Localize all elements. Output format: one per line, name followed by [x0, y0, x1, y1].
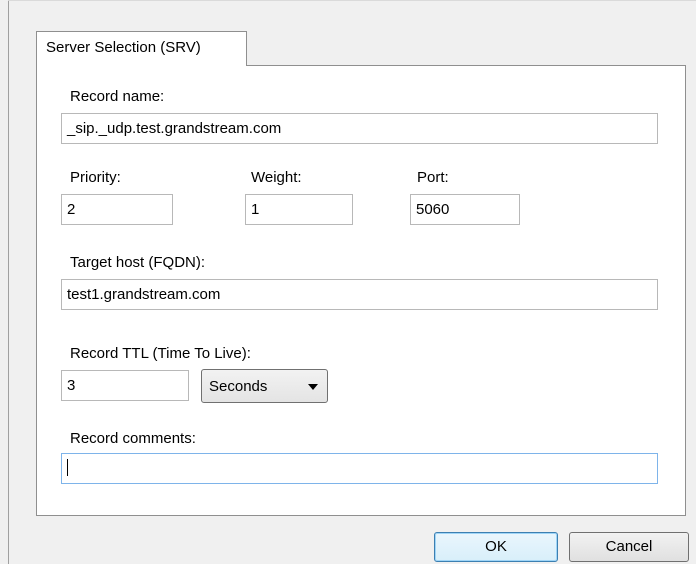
ttl-label: Record TTL (Time To Live): — [70, 345, 251, 362]
ok-button[interactable]: OK — [434, 532, 558, 562]
ttl-input[interactable]: 3 — [61, 370, 189, 401]
target-host-value: test1.grandstream.com — [67, 286, 221, 303]
record-name-input[interactable]: _sip._udp.test.grandstream.com — [61, 113, 658, 144]
chevron-down-icon — [308, 384, 318, 390]
text-caret — [67, 459, 68, 476]
ttl-value: 3 — [67, 377, 76, 394]
target-host-label: Target host (FQDN): — [70, 254, 206, 271]
weight-label: Weight: — [251, 169, 302, 186]
port-input[interactable]: 5060 — [410, 194, 520, 225]
window-border — [8, 0, 9, 564]
weight-input[interactable]: 1 — [245, 194, 353, 225]
target-host-input[interactable]: test1.grandstream.com — [61, 279, 658, 310]
weight-value: 1 — [251, 201, 260, 218]
srv-record-dialog: Server Selection (SRV) Record name: _sip… — [0, 0, 696, 564]
record-name-value: _sip._udp.test.grandstream.com — [67, 120, 282, 137]
tab-server-selection[interactable]: Server Selection (SRV) — [36, 31, 247, 66]
tab-label: Server Selection (SRV) — [46, 39, 201, 56]
comments-input[interactable] — [61, 453, 658, 484]
ttl-unit-selected: Seconds — [209, 378, 268, 395]
cancel-button[interactable]: Cancel — [569, 532, 689, 562]
ttl-unit-select[interactable]: Seconds — [201, 369, 328, 403]
port-label: Port: — [417, 169, 449, 186]
comments-label: Record comments: — [70, 430, 196, 447]
port-value: 5060 — [416, 201, 450, 218]
priority-input[interactable]: 2 — [61, 194, 173, 225]
record-name-label: Record name: — [70, 88, 165, 105]
priority-value: 2 — [67, 201, 76, 218]
window-border-top — [8, 0, 696, 1]
priority-label: Priority: — [70, 169, 121, 186]
